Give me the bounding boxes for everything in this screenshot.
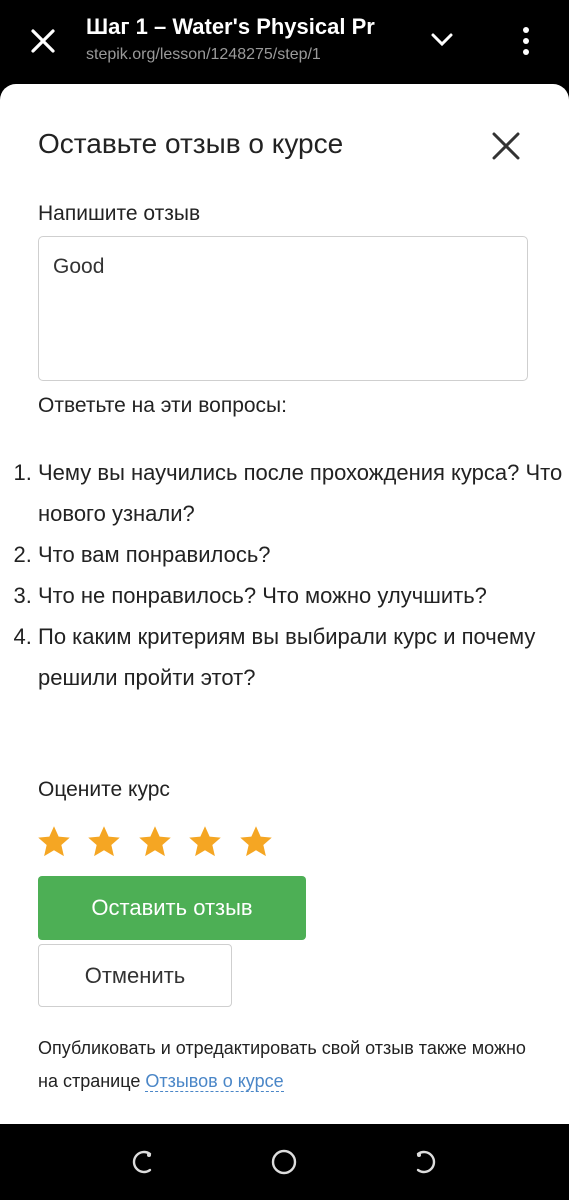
rating-label: Оцените курс xyxy=(38,778,170,801)
tab-title: Шаг 1 – Water's Physical Pr xyxy=(86,14,375,39)
page-url[interactable]: stepik.org/lesson/1248275/step/1 xyxy=(86,46,396,64)
home-icon[interactable] xyxy=(270,1148,298,1176)
star-icon[interactable] xyxy=(137,824,173,860)
reviews-link[interactable]: Отзывов о курсе xyxy=(145,1071,284,1092)
questions-label: Ответьте на эти вопросы: xyxy=(38,394,287,417)
star-icon[interactable] xyxy=(36,824,72,860)
review-textarea[interactable]: Good xyxy=(38,236,528,381)
review-dialog: Оставьте отзыв о курсе Напишите отзыв Go… xyxy=(0,84,569,1124)
question-item: По каким критериям вы выбирали курс и по… xyxy=(38,616,569,698)
recent-apps-icon[interactable] xyxy=(128,1148,156,1176)
close-tab-icon[interactable] xyxy=(28,26,58,56)
star-icon[interactable] xyxy=(238,824,274,860)
star-icon[interactable] xyxy=(86,824,122,860)
question-item: Чему вы научились после прохождения курс… xyxy=(38,452,569,534)
question-item: Что вам понравилось? xyxy=(38,534,569,575)
star-icon[interactable] xyxy=(187,824,223,860)
submit-review-button[interactable]: Оставить отзыв xyxy=(38,876,306,940)
question-item: Что не понравилось? Что можно улучшить? xyxy=(38,575,569,616)
dialog-title: Оставьте отзыв о курсе xyxy=(38,128,344,159)
footer-note: Опубликовать и отредактировать свой отзы… xyxy=(38,1032,528,1098)
close-dialog-icon[interactable] xyxy=(490,130,522,162)
review-label: Напишите отзыв xyxy=(38,202,201,225)
chevron-down-icon[interactable] xyxy=(428,26,456,54)
back-icon[interactable] xyxy=(412,1148,440,1176)
browser-toolbar: Шаг 1 – Water's Physical Pr stepik.org/l… xyxy=(0,0,569,84)
system-navbar xyxy=(0,1124,569,1200)
rating-stars[interactable] xyxy=(36,824,284,868)
questions-list: Чему вы научились после прохождения курс… xyxy=(0,452,569,698)
cancel-button[interactable]: Отменить xyxy=(38,944,232,1007)
more-options-icon[interactable] xyxy=(516,24,536,58)
